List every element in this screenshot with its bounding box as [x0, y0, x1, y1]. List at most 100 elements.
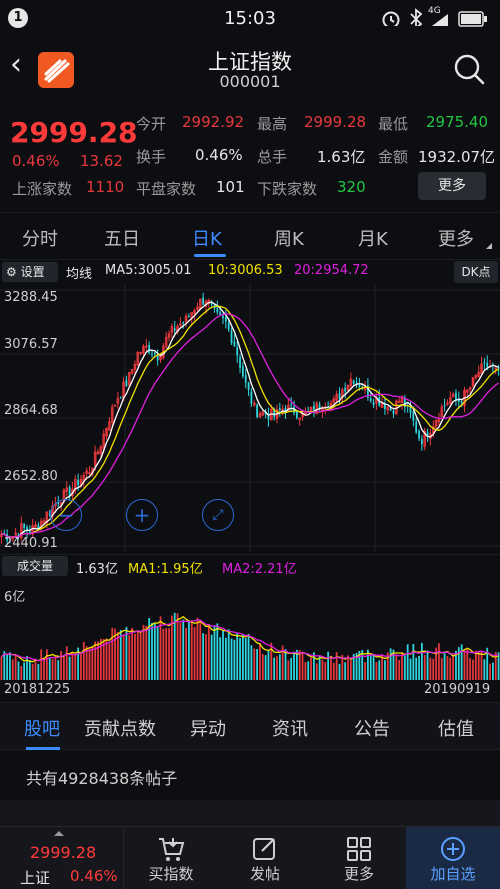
y-tick-label: 2440.91 [4, 536, 58, 551]
add-to-watchlist-button[interactable]: 加自选 [406, 827, 500, 889]
volume-bar [463, 650, 466, 680]
volume-bar [372, 655, 375, 680]
candle-body [119, 396, 122, 398]
tab-anomaly[interactable]: 异动 [190, 715, 226, 741]
ma5-value: MA5:3005.01 [105, 263, 192, 278]
volume-ma2: MA2:2.21亿 [222, 562, 297, 577]
volume-bar [6, 654, 8, 680]
volume-bar [233, 639, 236, 680]
volume-bar [278, 654, 281, 680]
volume-bar [420, 642, 423, 680]
volume-bar [145, 625, 148, 680]
volume-indicator-button[interactable]: 成交量 [2, 556, 68, 576]
candle-body [250, 391, 253, 404]
candle-body [372, 402, 375, 405]
tab-contribution[interactable]: 贡献点数 [84, 715, 156, 741]
tab-five-day[interactable]: 五日 [104, 225, 140, 251]
tab-more[interactable]: 更多 [438, 225, 474, 251]
volume-bar [492, 662, 494, 680]
quote-panel: 2999.28 0.46% 13.62 今开 2992.92 最高 2999.2… [0, 108, 500, 208]
battery-icon [458, 11, 487, 27]
tab-announcements[interactable]: 公告 [354, 715, 390, 741]
volume-bar [250, 645, 253, 680]
volume-bar [43, 657, 45, 680]
more-menu-button[interactable]: 更多 [312, 827, 406, 889]
tab-stock-forum[interactable]: 股吧 [24, 715, 60, 741]
volume-bar [63, 654, 65, 680]
candle-body [420, 439, 423, 445]
volume-bar [489, 663, 491, 680]
volume-bar [165, 628, 168, 680]
chart-settings-button[interactable]: ⚙ 设置 [2, 262, 58, 282]
candle-body [125, 380, 128, 386]
candle-body [239, 356, 241, 368]
nav-pct: 0.46% [70, 867, 118, 885]
volume-bar [0, 656, 3, 680]
buy-index-button[interactable]: 买指数 [124, 827, 218, 889]
y-tick-label: 2864.68 [4, 403, 58, 418]
tab-intraday[interactable]: 分时 [22, 225, 58, 251]
volume-bar [426, 650, 429, 680]
tab-news[interactable]: 资讯 [272, 715, 308, 741]
nav-label: 更多 [343, 865, 374, 883]
volume-bar [412, 644, 415, 680]
volume-bar [74, 655, 77, 680]
tab-daily-k[interactable]: 日K [192, 225, 222, 251]
volume-bar [128, 635, 131, 680]
candle-body [256, 404, 258, 417]
ma-label: 均线 [66, 267, 93, 282]
candle-body [113, 404, 117, 407]
volume-bar [168, 628, 170, 680]
unchanged-value: 101 [216, 178, 245, 196]
volume-bar [202, 633, 205, 680]
search-icon[interactable] [452, 52, 486, 86]
current-price: 2999.28 [10, 116, 138, 149]
index-quote-summary[interactable]: 2999.28 上证 0.46% [0, 827, 124, 889]
volume-bar [196, 617, 199, 680]
volume-bar [68, 656, 71, 680]
volume-bar [51, 658, 54, 680]
volume-bar [227, 629, 230, 680]
volume-bar [210, 634, 213, 680]
zoom-out-button[interactable]: − [50, 499, 82, 531]
volume-bar [321, 659, 324, 680]
volume-label: 总手 [257, 148, 288, 166]
low-label: 最低 [378, 115, 409, 133]
dk-point-button[interactable]: DK点 [454, 261, 498, 283]
volume-bar [244, 637, 247, 680]
candle-body [148, 344, 151, 353]
forum-summary[interactable]: 共有4928438条帖子 [0, 750, 500, 800]
volume-bar [94, 641, 97, 680]
volume-bar [466, 648, 469, 680]
open-label: 今开 [136, 115, 167, 133]
volume-bar [247, 633, 250, 680]
volume-bar [224, 637, 227, 680]
volume-bar [332, 662, 335, 680]
volume-bar [119, 630, 122, 680]
amount-label: 金额 [378, 148, 409, 166]
candle-body [486, 362, 489, 368]
candle-body [236, 347, 239, 356]
advancers-label: 上涨家数 [12, 180, 73, 198]
zoom-in-button[interactable]: + [126, 499, 158, 531]
tab-weekly-k[interactable]: 周K [274, 225, 304, 251]
volume-bar [14, 655, 17, 680]
fullscreen-icon[interactable]: ⤢ [202, 499, 234, 531]
candle-body [278, 408, 281, 411]
volume-bar [216, 623, 219, 680]
volume-bar [438, 643, 440, 680]
more-quote-button[interactable]: 更多 [418, 172, 486, 200]
volume-bar [199, 620, 202, 680]
compose-post-button[interactable]: 发帖 [218, 827, 312, 889]
tab-valuation[interactable]: 估值 [438, 715, 474, 741]
grid-icon [347, 837, 371, 861]
volume-bar [23, 662, 26, 680]
active-tab-indicator [194, 254, 226, 257]
volume-bar [139, 631, 142, 680]
compose-icon [253, 838, 275, 860]
volume-bar [440, 657, 443, 680]
tab-monthly-k[interactable]: 月K [358, 225, 388, 251]
volume-bar [443, 653, 446, 680]
candle-body [338, 393, 341, 399]
volume-bar [324, 661, 327, 680]
